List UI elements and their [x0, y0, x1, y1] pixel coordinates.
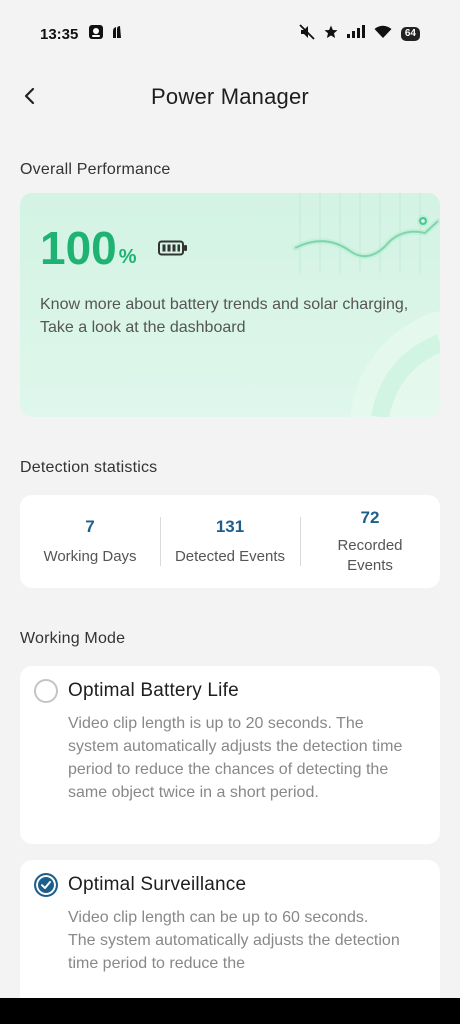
- detection-statistics-heading: Detection statistics: [20, 459, 158, 476]
- detection-stats-card: 7 Working Days 131 Detected Events 72 Re…: [20, 495, 440, 588]
- stat-detected-events: 131 Detected Events: [160, 495, 300, 588]
- mode-description-line: Video clip length can be up to 60 second…: [68, 909, 369, 926]
- checkmark-icon: [41, 881, 51, 889]
- battery-full-icon: [158, 240, 188, 261]
- mode-option-surveillance[interactable]: Optimal Surveillance Video clip length c…: [20, 860, 440, 1010]
- battery-icon: 64: [400, 27, 420, 41]
- system-navigation-bar: [0, 998, 460, 1024]
- stat-value: 72: [360, 507, 380, 527]
- battery-percentage: 100 %: [40, 223, 137, 273]
- battery-percentage-value: 100: [40, 222, 117, 274]
- stat-label: Working Days: [43, 547, 137, 565]
- signal-icon: [346, 25, 365, 43]
- stat-label: Detected Events: [174, 547, 286, 565]
- stat-value: 131: [215, 516, 245, 536]
- page-title: Power Manager: [151, 84, 309, 109]
- stat-working-days: 7 Working Days: [20, 495, 160, 588]
- mode-title: Optimal Battery Life: [68, 680, 239, 701]
- wifi-icon: [374, 25, 392, 44]
- mode-description: Video clip length is up to 20 seconds. T…: [68, 715, 403, 801]
- notification-app-icon: [88, 24, 104, 45]
- stat-recorded-events: 72 Recorded Events: [300, 495, 440, 588]
- star-icon: [324, 25, 338, 44]
- dashboard-description: Know more about battery trends and solar…: [40, 296, 409, 336]
- status-time: 13:35: [40, 25, 79, 43]
- mode-title: Optimal Surveillance: [68, 874, 247, 895]
- stat-value: 7: [85, 516, 95, 536]
- battery-percentage-unit: %: [118, 246, 137, 268]
- mode-description: Video clip length can be up to 60 second…: [68, 906, 418, 975]
- overall-performance-heading: Overall Performance: [20, 161, 171, 178]
- radio-battery-life[interactable]: [34, 679, 58, 703]
- radio-surveillance[interactable]: [34, 873, 58, 897]
- mode-description-line: The system automatically adjusts the det…: [68, 932, 400, 972]
- header: Power Manager: [0, 70, 460, 126]
- power-manager-screen: 13:35 64 Power Manager Overall Performan…: [0, 0, 460, 1024]
- working-mode-heading: Working Mode: [20, 630, 126, 647]
- mode-option-battery-life[interactable]: Optimal Battery Life Video clip length i…: [20, 666, 440, 844]
- notification-extra-icon: [111, 25, 123, 44]
- mute-icon: [299, 23, 315, 45]
- stat-label: Recorded Events: [337, 536, 403, 574]
- status-bar: 13:35 64: [0, 0, 460, 68]
- performance-dashboard-card[interactable]: 100 % Know more about battery trends and…: [20, 193, 440, 417]
